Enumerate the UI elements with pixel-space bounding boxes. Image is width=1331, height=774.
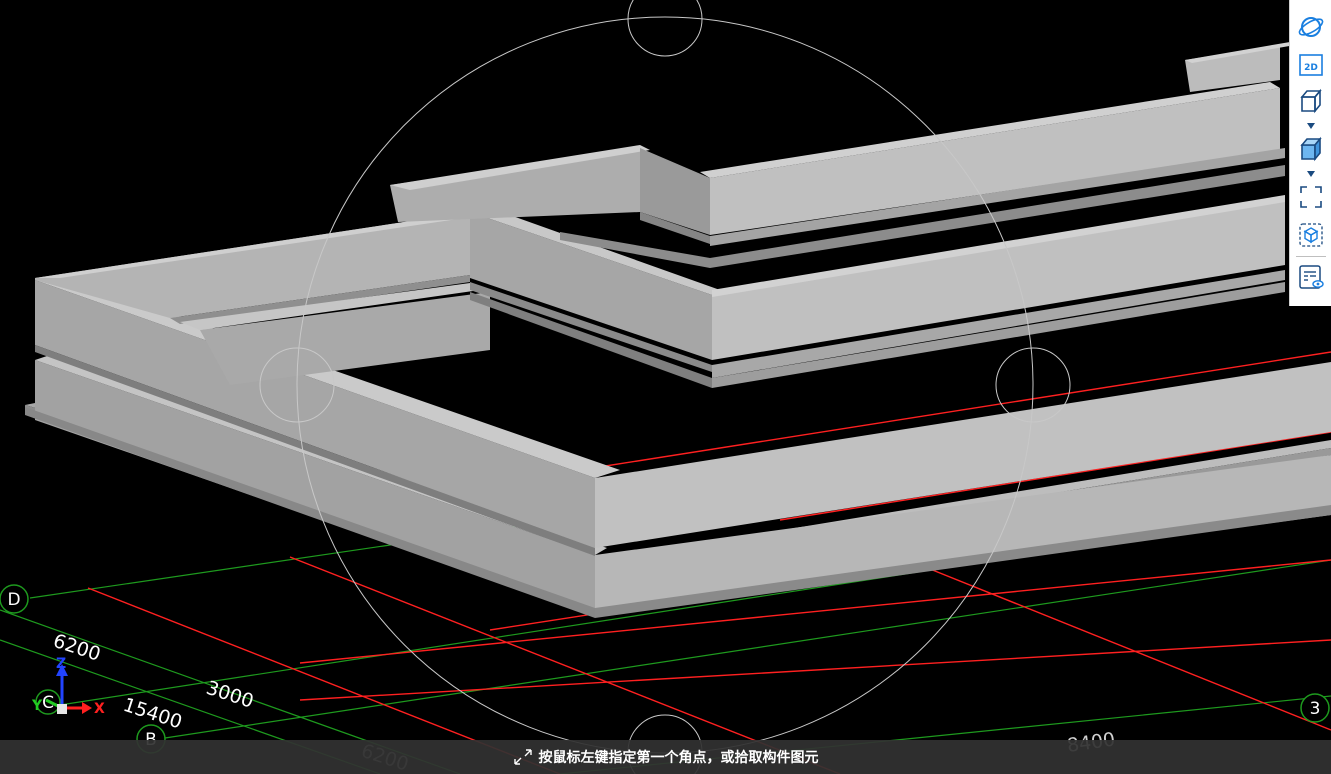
y-axis-label: Y: [31, 698, 43, 714]
display-settings-button[interactable]: [1296, 262, 1326, 292]
red-line: [299, 639, 1331, 701]
2d-view-button[interactable]: 2D: [1296, 50, 1326, 80]
selection-box-icon: [1299, 223, 1323, 247]
select-cursor-icon: [513, 749, 532, 765]
shaded-view-icon: [1300, 136, 1322, 162]
2d-view-icon: 2D: [1299, 54, 1323, 76]
x-axis-arrowhead: [82, 702, 92, 714]
grid-bubble-d[interactable]: D: [0, 584, 29, 614]
beam-structures[interactable]: [25, 42, 1331, 618]
z-axis-label: Z: [56, 656, 66, 672]
status-message: 按鼠标左键指定第一个角点，或拾取构件图元: [538, 750, 819, 766]
toolbar-divider: [1296, 256, 1326, 257]
axis-origin: [57, 704, 67, 714]
grid-bubble-label: D: [7, 590, 20, 610]
2d-view-label: 2D: [1304, 63, 1318, 73]
shaded-view-button[interactable]: [1296, 134, 1326, 164]
display-settings-icon: [1299, 265, 1324, 289]
dimension-label: 3000: [203, 677, 256, 713]
orbit-handle-top[interactable]: [627, 0, 703, 57]
grid-bubble-3[interactable]: 3: [1300, 693, 1330, 723]
3d-view-button[interactable]: [1296, 86, 1326, 116]
chevron-down-icon[interactable]: [1306, 170, 1316, 178]
status-prompt: 按鼠标左键指定第一个角点，或拾取构件图元: [513, 747, 819, 767]
3d-viewport[interactable]: D C B 3 6200 3000 15400 6200 8400 Z X Y: [0, 0, 1331, 774]
fit-view-button[interactable]: [1296, 182, 1326, 212]
view-toolbar: 2D: [1289, 0, 1331, 306]
grid-bubbles: D C B 3: [0, 584, 1330, 754]
status-bar: 按鼠标左键指定第一个角点，或拾取构件图元: [0, 740, 1331, 774]
fit-view-icon: [1300, 186, 1322, 208]
axis-triad: Z X Y: [31, 656, 105, 717]
orbit-icon: [1298, 17, 1324, 37]
x-axis-label: X: [94, 701, 105, 717]
orbit-button[interactable]: [1296, 12, 1326, 42]
3d-view-icon: [1300, 88, 1322, 114]
red-line: [919, 564, 1331, 731]
selection-box-button[interactable]: [1296, 220, 1326, 250]
grid-bubble-label: 3: [1310, 699, 1321, 719]
chevron-down-icon[interactable]: [1306, 122, 1316, 130]
orbit-circle[interactable]: [296, 16, 1034, 754]
